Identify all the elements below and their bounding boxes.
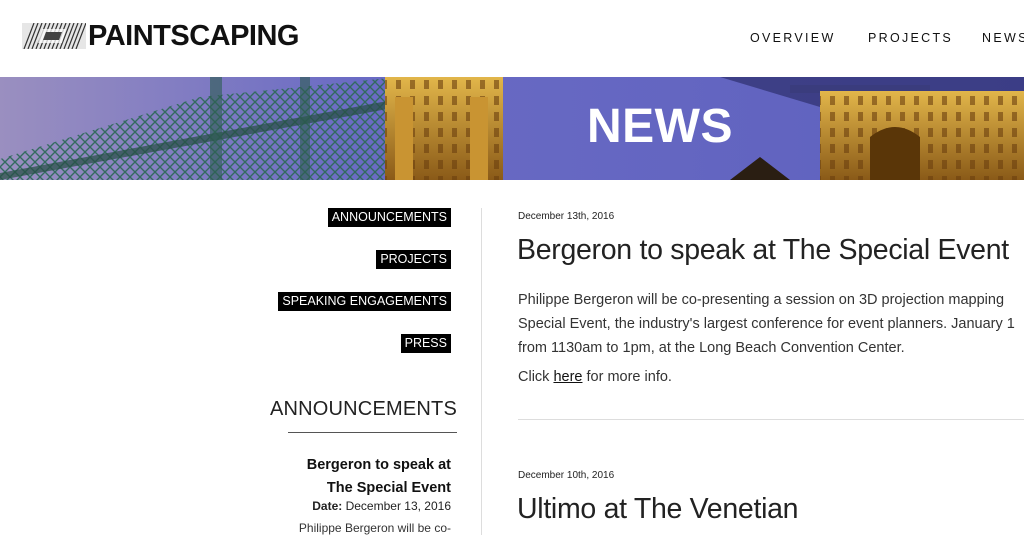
post-more-link[interactable]: here <box>553 369 582 385</box>
post-more-info: Click here for more info. <box>518 369 672 385</box>
category-tag-announcements[interactable]: ANNOUNCEMENTS <box>327 208 451 227</box>
sidebar-post-title[interactable]: Bergeron to speak at The Special Event <box>281 454 451 500</box>
post-more-prefix: Click <box>518 369 554 385</box>
nav-item-news[interactable]: NEWS <box>982 31 1024 45</box>
post-more-suffix: for more info. <box>582 369 672 385</box>
post-divider <box>518 419 1024 420</box>
post-title[interactable]: Ultimo at The Venetian <box>517 493 799 526</box>
sidebar: ANNOUNCEMENTS PROJECTS SPEAKING ENGAGEME… <box>0 180 482 535</box>
post-date: December 10th, 2016 <box>518 470 615 481</box>
column-divider <box>481 208 482 535</box>
site-logo[interactable]: PAINTSCAPING <box>22 19 299 52</box>
category-tag-projects[interactable]: PROJECTS <box>376 250 451 269</box>
sidebar-post-excerpt: Philippe Bergeron will be co- <box>298 521 451 535</box>
category-tag-speaking-engagements[interactable]: SPEAKING ENGAGEMENTS <box>278 292 451 311</box>
nav-item-projects[interactable]: PROJECTS <box>868 31 953 45</box>
sidebar-post-title-line1: Bergeron to speak at <box>306 457 451 473</box>
sidebar-section-heading: ANNOUNCEMENTS <box>269 398 457 420</box>
sidebar-post-date-value: December 13, 2016 <box>345 499 451 513</box>
category-tag-press[interactable]: PRESS <box>400 334 451 353</box>
post-body-line: Special Event, the industry's largest co… <box>518 316 1015 332</box>
sidebar-post-title-line2: The Special Event <box>326 480 451 496</box>
sidebar-post-date-label: Date: <box>312 499 343 513</box>
post-body: Philippe Bergeron will be co-presenting … <box>518 288 1024 360</box>
hero-banner: NEWS <box>0 77 1024 180</box>
sidebar-post-date: Date: December 13, 2016 <box>312 499 451 513</box>
page-title: NEWS <box>587 100 733 153</box>
sidebar-heading-divider <box>288 432 457 433</box>
post-body-line: Philippe Bergeron will be co-presenting … <box>518 292 1005 308</box>
post-date: December 13th, 2016 <box>518 211 615 222</box>
post-title[interactable]: Bergeron to speak at The Special Event <box>517 234 1009 267</box>
nav-item-overview[interactable]: OVERVIEW <box>750 31 836 45</box>
site-header: PAINTSCAPING OVERVIEW PROJECTS NEWS <box>0 0 1024 77</box>
post-body-line: from 1130am to 1pm, at the Long Beach Co… <box>518 340 905 356</box>
logo-mark-icon <box>22 23 86 49</box>
logo-wordmark: PAINTSCAPING <box>88 19 299 52</box>
